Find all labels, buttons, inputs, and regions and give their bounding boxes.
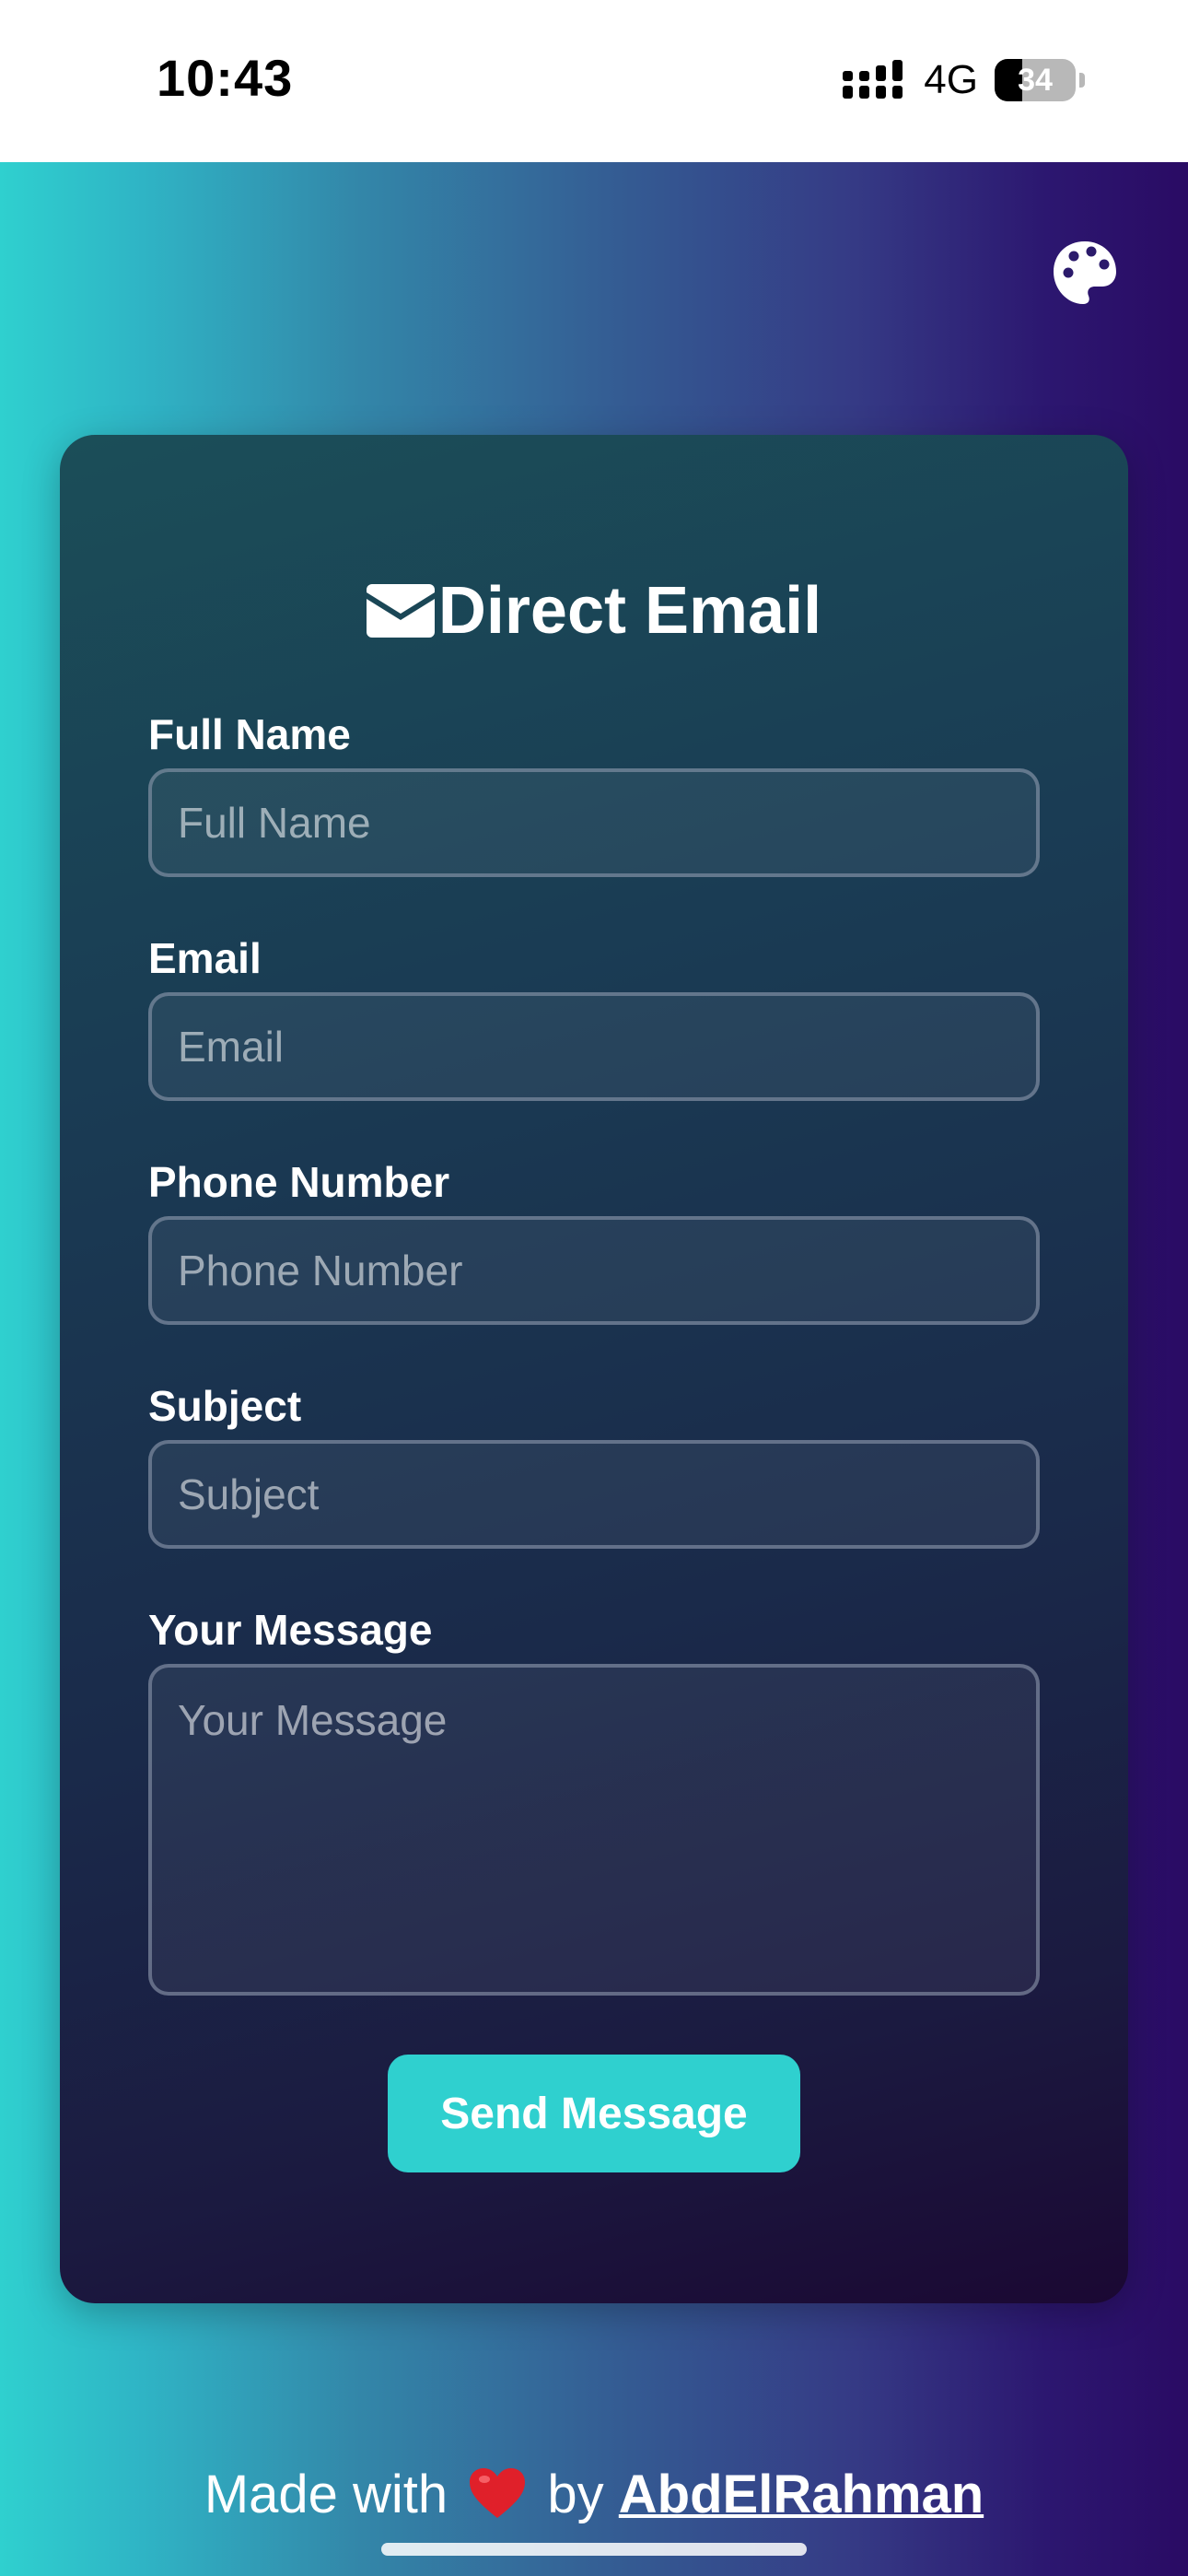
footer-by: by	[547, 2465, 604, 2524]
heart-icon	[470, 2468, 526, 2518]
email-form-card: Direct Email Full Name Email Phone Numbe…	[60, 435, 1128, 2303]
form-title: Direct Email	[60, 573, 1128, 649]
footer-prefix: Made with	[204, 2465, 448, 2524]
status-indicators: 4G 34	[843, 57, 1085, 103]
message-label: Your Message	[148, 1606, 433, 1654]
send-message-button[interactable]: Send Message	[388, 2055, 800, 2172]
message-textarea[interactable]	[148, 1664, 1040, 1996]
email-input[interactable]	[148, 992, 1040, 1101]
envelope-icon	[366, 584, 435, 638]
subject-label: Subject	[148, 1382, 302, 1430]
status-bar: 10:43 4G 34	[0, 0, 1188, 162]
signal-icon	[843, 60, 903, 99]
phone-number-input[interactable]	[148, 1216, 1040, 1325]
full-name-input[interactable]	[148, 768, 1040, 877]
battery-level: 34	[1018, 62, 1053, 98]
page-background: Direct Email Full Name Email Phone Numbe…	[0, 162, 1188, 2576]
status-time: 10:43	[157, 49, 294, 107]
battery-cap	[1079, 73, 1085, 88]
phone-number-label: Phone Number	[148, 1158, 450, 1206]
home-indicator	[381, 2543, 807, 2556]
subject-input[interactable]	[148, 1440, 1040, 1549]
palette-icon[interactable]	[1050, 238, 1120, 308]
battery-icon: 34	[995, 59, 1076, 101]
full-name-label: Full Name	[148, 710, 351, 758]
email-label: Email	[148, 934, 262, 982]
network-type: 4G	[924, 57, 978, 102]
author-link[interactable]: AbdElRahman	[619, 2465, 984, 2524]
footer: Made with by AbdElRahman	[0, 2464, 1188, 2525]
form-title-text: Direct Email	[437, 574, 822, 648]
